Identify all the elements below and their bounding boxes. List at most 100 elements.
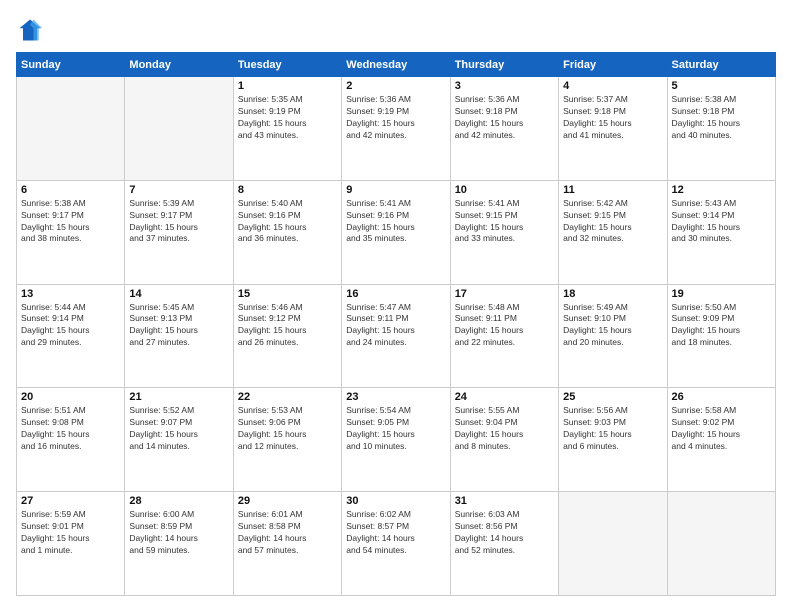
- calendar-table: SundayMondayTuesdayWednesdayThursdayFrid…: [16, 52, 776, 596]
- logo-icon: [16, 16, 44, 44]
- day-number: 31: [455, 495, 554, 507]
- calendar-cell: [559, 492, 667, 596]
- calendar-cell: 18Sunrise: 5:49 AM Sunset: 9:10 PM Dayli…: [559, 284, 667, 388]
- day-number: 28: [129, 495, 228, 507]
- calendar-cell: 17 Sunrise: 5:48 AM Sunset: 9:11 PM Dayli…: [450, 284, 558, 388]
- day-info: Sunrise: 5:47 AM Sunset: 9:11 PM Dayligh…: [346, 302, 445, 350]
- day-number: 5: [672, 80, 771, 92]
- calendar-cell: 1 Sunrise: 5:35 AM Sunset: 9:19 PM Daylig…: [233, 77, 341, 181]
- calendar-cell: 29Sunrise: 6:01 AM Sunset: 8:58 PM Dayli…: [233, 492, 341, 596]
- weekday-header-friday: Friday: [559, 53, 667, 77]
- day-number: 19: [672, 288, 771, 300]
- day-info: Sunrise: 5:41 AM Sunset: 9:15 PM Dayligh…: [455, 198, 554, 246]
- day-info: Sunrise: 5:51 AM Sunset: 9:08 PM Dayligh…: [21, 405, 120, 453]
- calendar-cell: 27 Sunrise: 5:59 AM Sunset: 9:01 PM Dayli…: [17, 492, 125, 596]
- day-number: 2: [346, 80, 445, 92]
- day-number: 27: [21, 495, 120, 507]
- day-info: Sunrise: 5:56 AM Sunset: 9:03 PM Dayligh…: [563, 405, 662, 453]
- calendar-cell: 16Sunrise: 5:47 AM Sunset: 9:11 PM Dayli…: [342, 284, 450, 388]
- day-info: Sunrise: 6:03 AM Sunset: 8:56 PM Dayligh…: [455, 509, 554, 557]
- day-info: Sunrise: 5:50 AM Sunset: 9:09 PM Dayligh…: [672, 302, 771, 350]
- day-number: 4: [563, 80, 662, 92]
- day-info: Sunrise: 5:37 AM Sunset: 9:18 PM Dayligh…: [563, 94, 662, 142]
- day-number: 29: [238, 495, 337, 507]
- day-info: Sunrise: 5:40 AM Sunset: 9:16 PM Dayligh…: [238, 198, 337, 246]
- day-number: 6: [21, 184, 120, 196]
- calendar-cell: 3 Sunrise: 5:36 AM Sunset: 9:18 PM Daylig…: [450, 77, 558, 181]
- day-info: Sunrise: 5:36 AM Sunset: 9:19 PM Dayligh…: [346, 94, 445, 142]
- day-info: Sunrise: 6:02 AM Sunset: 8:57 PM Dayligh…: [346, 509, 445, 557]
- calendar-cell: 10 Sunrise: 5:41 AM Sunset: 9:15 PM Dayli…: [450, 180, 558, 284]
- day-number: 8: [238, 184, 337, 196]
- day-number: 9: [346, 184, 445, 196]
- day-number: 22: [238, 391, 337, 403]
- day-number: 1: [238, 80, 337, 92]
- calendar-cell: 12Sunrise: 5:43 AM Sunset: 9:14 PM Dayli…: [667, 180, 775, 284]
- calendar-cell: 11 Sunrise: 5:42 AM Sunset: 9:15 PM Dayli…: [559, 180, 667, 284]
- day-number: 3: [455, 80, 554, 92]
- calendar-cell: 4 Sunrise: 5:37 AM Sunset: 9:18 PM Daylig…: [559, 77, 667, 181]
- day-info: Sunrise: 5:53 AM Sunset: 9:06 PM Dayligh…: [238, 405, 337, 453]
- calendar-week-5: 27 Sunrise: 5:59 AM Sunset: 9:01 PM Dayli…: [17, 492, 776, 596]
- day-number: 30: [346, 495, 445, 507]
- calendar-cell: 31 Sunrise: 6:03 AM Sunset: 8:56 PM Dayli…: [450, 492, 558, 596]
- day-number: 14: [129, 288, 228, 300]
- calendar-cell: 30 Sunrise: 6:02 AM Sunset: 8:57 PM Dayli…: [342, 492, 450, 596]
- calendar-week-3: 13Sunrise: 5:44 AM Sunset: 9:14 PM Dayli…: [17, 284, 776, 388]
- calendar-week-4: 20 Sunrise: 5:51 AM Sunset: 9:08 PM Dayli…: [17, 388, 776, 492]
- calendar-cell: 14Sunrise: 5:45 AM Sunset: 9:13 PM Dayli…: [125, 284, 233, 388]
- calendar-cell: [17, 77, 125, 181]
- day-number: 15: [238, 288, 337, 300]
- day-number: 23: [346, 391, 445, 403]
- day-info: Sunrise: 5:38 AM Sunset: 9:17 PM Dayligh…: [21, 198, 120, 246]
- calendar-cell: 24Sunrise: 5:55 AM Sunset: 9:04 PM Dayli…: [450, 388, 558, 492]
- day-number: 21: [129, 391, 228, 403]
- weekday-header-tuesday: Tuesday: [233, 53, 341, 77]
- logo: [16, 16, 48, 44]
- day-info: Sunrise: 5:59 AM Sunset: 9:01 PM Dayligh…: [21, 509, 120, 557]
- calendar-cell: 2 Sunrise: 5:36 AM Sunset: 9:19 PM Daylig…: [342, 77, 450, 181]
- calendar-cell: 25Sunrise: 5:56 AM Sunset: 9:03 PM Dayli…: [559, 388, 667, 492]
- calendar-cell: 28 Sunrise: 6:00 AM Sunset: 8:59 PM Dayli…: [125, 492, 233, 596]
- calendar-cell: [667, 492, 775, 596]
- calendar-cell: 8 Sunrise: 5:40 AM Sunset: 9:16 PM Daylig…: [233, 180, 341, 284]
- calendar-cell: 20 Sunrise: 5:51 AM Sunset: 9:08 PM Dayli…: [17, 388, 125, 492]
- day-number: 10: [455, 184, 554, 196]
- day-number: 13: [21, 288, 120, 300]
- calendar-cell: 15 Sunrise: 5:46 AM Sunset: 9:12 PM Dayli…: [233, 284, 341, 388]
- day-info: Sunrise: 5:55 AM Sunset: 9:04 PM Dayligh…: [455, 405, 554, 453]
- day-number: 26: [672, 391, 771, 403]
- day-info: Sunrise: 5:46 AM Sunset: 9:12 PM Dayligh…: [238, 302, 337, 350]
- day-info: Sunrise: 5:36 AM Sunset: 9:18 PM Dayligh…: [455, 94, 554, 142]
- page: SundayMondayTuesdayWednesdayThursdayFrid…: [0, 0, 792, 612]
- day-info: Sunrise: 5:43 AM Sunset: 9:14 PM Dayligh…: [672, 198, 771, 246]
- day-number: 11: [563, 184, 662, 196]
- day-info: Sunrise: 6:00 AM Sunset: 8:59 PM Dayligh…: [129, 509, 228, 557]
- calendar-week-1: 1 Sunrise: 5:35 AM Sunset: 9:19 PM Daylig…: [17, 77, 776, 181]
- day-info: Sunrise: 5:41 AM Sunset: 9:16 PM Dayligh…: [346, 198, 445, 246]
- calendar-cell: 23 Sunrise: 5:54 AM Sunset: 9:05 PM Dayli…: [342, 388, 450, 492]
- calendar-cell: 21Sunrise: 5:52 AM Sunset: 9:07 PM Dayli…: [125, 388, 233, 492]
- day-info: Sunrise: 5:39 AM Sunset: 9:17 PM Dayligh…: [129, 198, 228, 246]
- weekday-header-monday: Monday: [125, 53, 233, 77]
- weekday-header-saturday: Saturday: [667, 53, 775, 77]
- day-number: 7: [129, 184, 228, 196]
- day-info: Sunrise: 5:35 AM Sunset: 9:19 PM Dayligh…: [238, 94, 337, 142]
- day-info: Sunrise: 5:48 AM Sunset: 9:11 PM Dayligh…: [455, 302, 554, 350]
- calendar-cell: 5Sunrise: 5:38 AM Sunset: 9:18 PM Daylig…: [667, 77, 775, 181]
- calendar-header-row: SundayMondayTuesdayWednesdayThursdayFrid…: [17, 53, 776, 77]
- calendar-cell: 22 Sunrise: 5:53 AM Sunset: 9:06 PM Dayli…: [233, 388, 341, 492]
- weekday-header-wednesday: Wednesday: [342, 53, 450, 77]
- day-info: Sunrise: 5:58 AM Sunset: 9:02 PM Dayligh…: [672, 405, 771, 453]
- day-number: 17: [455, 288, 554, 300]
- day-info: Sunrise: 5:49 AM Sunset: 9:10 PM Dayligh…: [563, 302, 662, 350]
- calendar-cell: 26 Sunrise: 5:58 AM Sunset: 9:02 PM Dayli…: [667, 388, 775, 492]
- weekday-header-thursday: Thursday: [450, 53, 558, 77]
- calendar-cell: 6 Sunrise: 5:38 AM Sunset: 9:17 PM Daylig…: [17, 180, 125, 284]
- day-info: Sunrise: 5:54 AM Sunset: 9:05 PM Dayligh…: [346, 405, 445, 453]
- day-number: 20: [21, 391, 120, 403]
- day-info: Sunrise: 5:42 AM Sunset: 9:15 PM Dayligh…: [563, 198, 662, 246]
- header: [16, 16, 776, 44]
- calendar-cell: 7 Sunrise: 5:39 AM Sunset: 9:17 PM Daylig…: [125, 180, 233, 284]
- weekday-header-sunday: Sunday: [17, 53, 125, 77]
